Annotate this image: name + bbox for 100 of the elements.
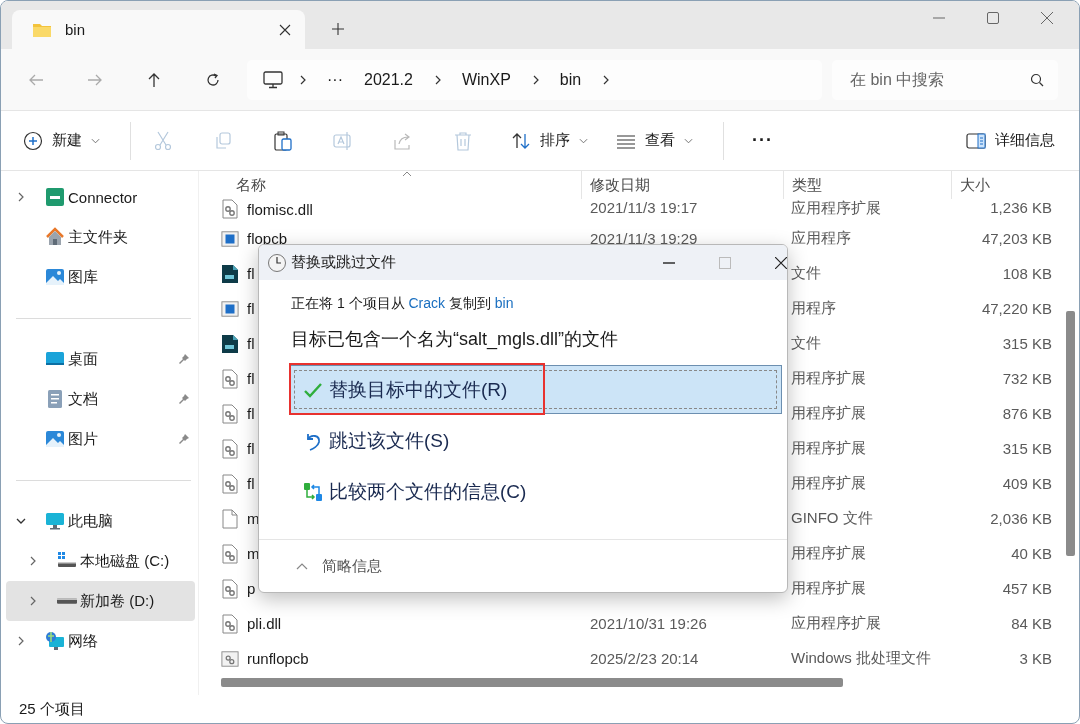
file-type: 用程序扩展: [791, 579, 866, 596]
column-header[interactable]: 名称: [221, 171, 581, 199]
chevron-right-icon[interactable]: [28, 556, 38, 566]
application-icon: [221, 228, 239, 249]
chevron-right-icon: [299, 73, 307, 86]
refresh-icon[interactable]: [205, 71, 221, 88]
sort-caret-icon: [402, 171, 412, 177]
gear-file-icon: [221, 578, 239, 599]
item-count: 25 个项目: [19, 699, 85, 719]
new-button[interactable]: 新建: [15, 120, 108, 161]
file-name[interactable]: fl: [247, 300, 255, 317]
file-size: 876 KB: [1002, 405, 1052, 422]
chevron-up-icon[interactable]: [296, 562, 308, 570]
column-header[interactable]: 类型: [783, 171, 951, 199]
trash-icon: [453, 130, 473, 151]
file-name[interactable]: pli.dll: [247, 615, 282, 632]
sidebar-item[interactable]: 网络: [6, 621, 195, 661]
file-name[interactable]: fl: [247, 265, 255, 282]
gear-file-icon: [221, 543, 239, 564]
close-icon[interactable]: [279, 23, 291, 36]
file-type: 应用程序扩展: [791, 614, 881, 631]
sidebar-item[interactable]: 图库: [6, 257, 195, 297]
details-button[interactable]: 详细信息: [958, 120, 1063, 161]
file-name[interactable]: runflopcb: [247, 650, 309, 667]
scissors-icon: [153, 130, 173, 151]
breadcrumb[interactable]: WinXP: [461, 70, 511, 89]
search-field[interactable]: 在 bin 中搜索: [832, 59, 1058, 100]
chevron-right-icon: [531, 73, 540, 86]
rename-icon: [333, 130, 353, 151]
gear-file-icon: [221, 403, 239, 424]
file-size: 457 KB: [1002, 580, 1052, 597]
file-name[interactable]: m: [247, 510, 260, 527]
sidebar-item[interactable]: 桌面: [6, 339, 195, 379]
file-size: 84 KB: [1011, 615, 1052, 632]
folder-link[interactable]: Crack: [408, 295, 446, 311]
replace-option[interactable]: 替换目标中的文件(R): [289, 365, 782, 414]
network-icon: [45, 631, 65, 651]
view-button[interactable]: 查看: [608, 120, 701, 161]
file-type: GINFO 文件: [791, 509, 873, 526]
search-input[interactable]: 在 bin 中搜索: [850, 61, 1030, 98]
sidebar-item[interactable]: 本地磁盘 (C:): [6, 541, 195, 581]
folder-link[interactable]: bin: [494, 295, 514, 311]
chevron-right-icon[interactable]: [16, 192, 26, 202]
file-size: 732 KB: [1002, 370, 1052, 387]
sidebar-item[interactable]: 此电脑: [6, 501, 195, 541]
file-name[interactable]: fl: [247, 370, 255, 387]
file-size: 315 KB: [1002, 335, 1052, 352]
close-icon[interactable]: [775, 256, 787, 269]
file-name[interactable]: fl: [247, 405, 255, 422]
sort-button[interactable]: 排序: [503, 120, 596, 161]
compare-icon: [303, 481, 323, 502]
file-name[interactable]: flopcb: [247, 230, 288, 247]
vertical-scrollbar[interactable]: [1066, 311, 1075, 556]
address-bar[interactable]: ··· 2021.2 WinXP bin: [247, 59, 822, 100]
modified-date: 2021/11/3 19:17: [590, 199, 698, 216]
up-arrow-icon[interactable]: [146, 71, 162, 88]
file-size: 315 KB: [1002, 440, 1052, 457]
drive-icon: [57, 598, 77, 604]
application-icon: [221, 298, 239, 319]
picture-icon: [45, 429, 65, 449]
file-name[interactable]: m: [247, 545, 260, 562]
file-name[interactable]: fl: [247, 335, 255, 352]
plus-icon[interactable]: [332, 23, 344, 35]
tab[interactable]: bin: [12, 10, 305, 49]
chevron-right-icon[interactable]: [28, 596, 38, 606]
sidebar-item[interactable]: 图片: [6, 419, 195, 459]
sidebar-item[interactable]: 文档: [6, 379, 195, 419]
sidebar-item[interactable]: Connector: [6, 177, 195, 217]
breadcrumb[interactable]: 2021.2: [364, 70, 413, 89]
caret-icon: [579, 137, 588, 144]
clipboard-icon: [273, 130, 293, 151]
column-header[interactable]: 修改日期: [581, 171, 783, 199]
breadcrumb[interactable]: bin: [559, 70, 582, 89]
details-toggle[interactable]: 简略信息: [322, 556, 382, 576]
file-type: 用程序扩展: [791, 439, 866, 456]
sidebar-item[interactable]: 主文件夹: [6, 217, 195, 257]
tab-title: bin: [65, 21, 87, 38]
gear-file-icon: [221, 473, 239, 494]
file-type: 用程序扩展: [791, 369, 866, 386]
horizontal-scrollbar[interactable]: [221, 678, 843, 687]
file-name[interactable]: flomisc.dll: [247, 200, 313, 218]
maximize-icon[interactable]: [987, 12, 999, 24]
computer-icon: [45, 511, 65, 531]
chevron-down-icon[interactable]: [16, 516, 26, 526]
file-size: 108 KB: [1002, 265, 1052, 282]
more-button[interactable]: ···: [744, 120, 781, 161]
gear-file-icon: [221, 613, 239, 634]
chevron-right-icon[interactable]: [16, 636, 26, 646]
overflow-button[interactable]: ···: [327, 70, 343, 89]
gear-window-icon: [221, 648, 239, 669]
sidebar-item[interactable]: 新加卷 (D:): [6, 581, 195, 621]
file-name[interactable]: fl: [247, 475, 255, 492]
compare-option[interactable]: 比较两个文件的信息(C): [289, 467, 782, 516]
caret-icon: [684, 137, 693, 144]
file-name[interactable]: fl: [247, 440, 255, 457]
search-icon: [1030, 72, 1044, 87]
skip-option[interactable]: 跳过该文件(S): [289, 416, 782, 465]
file-name[interactable]: p: [247, 580, 256, 597]
column-header[interactable]: 大小: [951, 171, 1063, 199]
picture-icon: [45, 267, 65, 287]
